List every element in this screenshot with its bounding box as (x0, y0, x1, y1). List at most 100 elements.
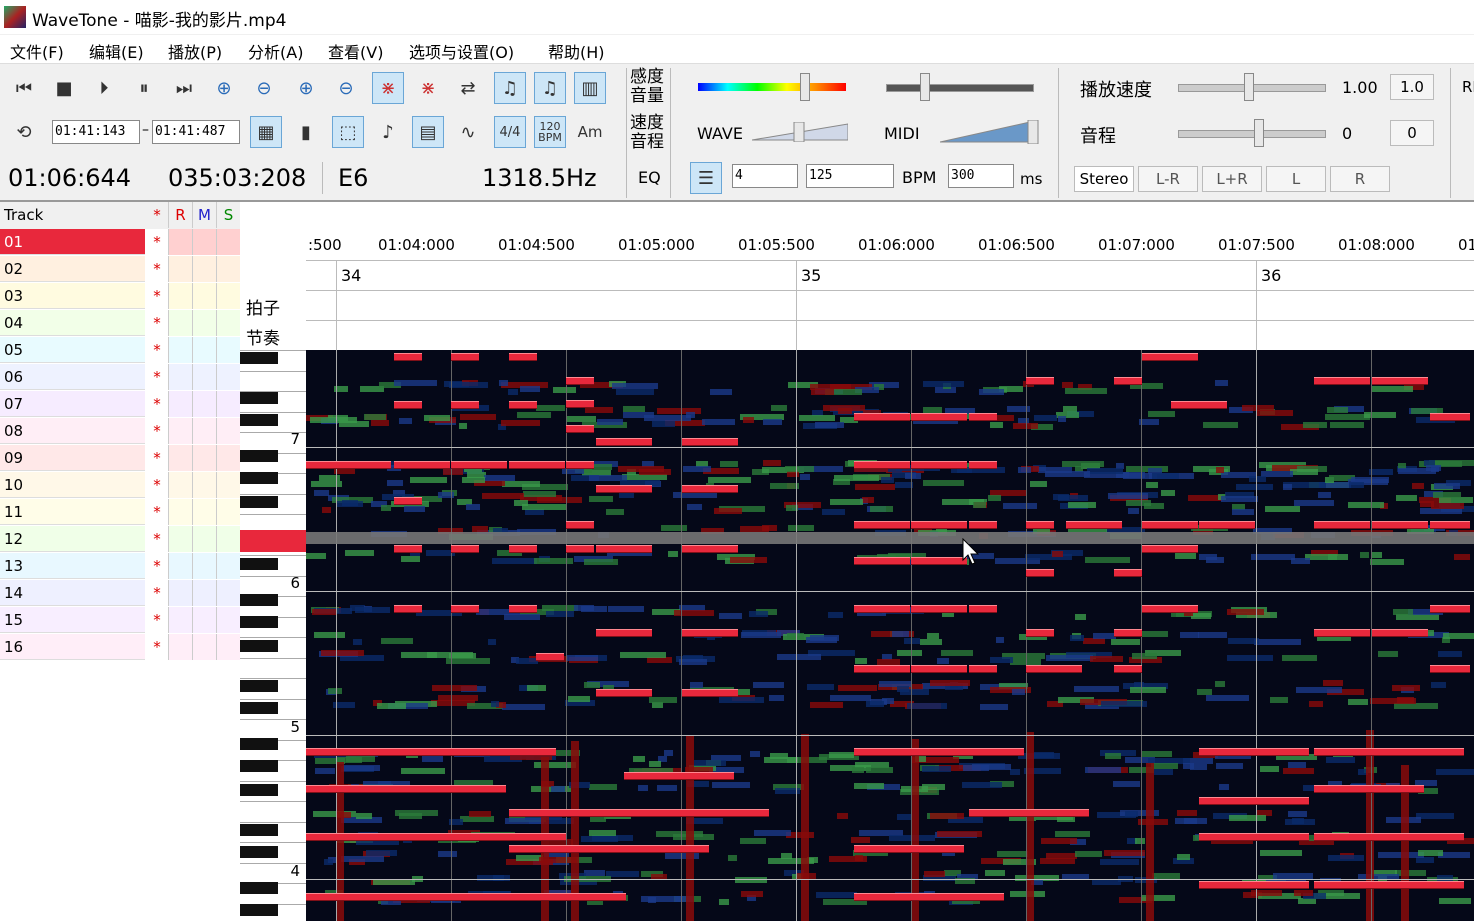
track-record-toggle[interactable] (168, 229, 192, 255)
midi-note[interactable] (682, 545, 738, 553)
step-play-icon[interactable]: ⏵ (88, 72, 120, 104)
eq-label[interactable]: EQ (638, 168, 661, 187)
volume-slider-thumb[interactable] (920, 73, 930, 101)
track-solo-toggle[interactable] (216, 229, 240, 255)
midi-note[interactable] (854, 605, 910, 613)
track-solo-toggle[interactable] (216, 391, 240, 417)
midi-note[interactable] (509, 461, 565, 469)
track-record-toggle[interactable] (168, 553, 192, 579)
track-record-toggle[interactable] (168, 364, 192, 390)
midi-note[interactable] (911, 521, 967, 529)
midi-note[interactable] (394, 353, 422, 361)
track-solo-toggle[interactable] (216, 607, 240, 633)
midi-note[interactable] (306, 748, 556, 756)
midi-note[interactable] (306, 461, 391, 469)
book-icon[interactable]: ▥ (574, 72, 606, 104)
midi-note[interactable] (1114, 629, 1142, 637)
layout-icon[interactable]: ▦ (250, 116, 282, 148)
track-name[interactable]: 12 (0, 526, 145, 552)
l-minus-r-button[interactable]: L-R (1138, 166, 1198, 192)
midi-note[interactable] (306, 893, 626, 901)
track-name[interactable]: 04 (0, 310, 145, 336)
track-mute-toggle[interactable] (192, 283, 216, 309)
grid-snap-alt-icon[interactable]: ⋇ (412, 72, 444, 104)
midi-note[interactable] (394, 605, 422, 613)
track-name[interactable]: 14 (0, 580, 145, 606)
zoom-out-vertical-icon[interactable]: ⊖ (330, 72, 362, 104)
spectrogram-piano-roll[interactable] (306, 350, 1474, 921)
midi-note[interactable] (1026, 377, 1054, 385)
track-mute-toggle[interactable] (192, 607, 216, 633)
midi-note[interactable] (1314, 833, 1464, 841)
track-mute-toggle[interactable] (192, 229, 216, 255)
menu-edit[interactable]: 编辑(E) (89, 39, 144, 63)
midi-note[interactable] (911, 605, 967, 613)
midi-note[interactable] (854, 557, 910, 565)
zoom-in-horizontal-icon[interactable]: ⊕ (208, 72, 240, 104)
midi-note[interactable] (969, 461, 997, 469)
midi-note[interactable] (566, 377, 594, 385)
midi-note[interactable] (596, 485, 652, 493)
select-rect-icon[interactable]: ⬚ (332, 116, 364, 148)
midi-note[interactable] (1372, 377, 1428, 385)
menu-options[interactable]: 选项与设置(O) (409, 39, 514, 63)
midi-note[interactable] (1142, 605, 1198, 613)
midi-note[interactable] (854, 413, 910, 421)
pause-icon[interactable]: ⏸ (128, 72, 160, 104)
table-icon[interactable]: ▤ (412, 116, 444, 148)
midi-note[interactable] (854, 521, 910, 529)
grid-lines-icon[interactable]: ☰ (690, 162, 722, 194)
track-star[interactable]: * (148, 283, 166, 309)
track-mute-toggle[interactable] (192, 445, 216, 471)
left-channel-button[interactable]: L (1266, 166, 1326, 192)
midi-note[interactable] (509, 809, 769, 817)
track-record-toggle[interactable] (168, 310, 192, 336)
midi-note[interactable] (624, 772, 734, 780)
timeline-ruler[interactable]: :500 01:04:000 01:04:500 01:05:000 01:05:500… (306, 202, 1474, 350)
track-row[interactable]: 02 * (0, 256, 240, 283)
track-mute-toggle[interactable] (192, 526, 216, 552)
pitch-slider-track[interactable] (1178, 130, 1326, 138)
midi-note[interactable] (854, 748, 1024, 756)
midi-note[interactable] (1114, 665, 1142, 673)
track-row[interactable]: 14 * (0, 580, 240, 607)
track-record-toggle[interactable] (168, 391, 192, 417)
midi-note[interactable] (1026, 521, 1054, 529)
midi-note[interactable] (682, 689, 738, 697)
track-mute-toggle[interactable] (192, 499, 216, 525)
midi-note[interactable] (1171, 401, 1227, 409)
track-solo-toggle[interactable] (216, 553, 240, 579)
track-star[interactable]: * (148, 499, 166, 525)
speaker-left-icon[interactable]: ♫ (494, 72, 526, 104)
midi-note[interactable] (566, 461, 594, 469)
bpm-button[interactable]: 120 BPM (534, 116, 566, 148)
midi-note[interactable] (566, 545, 594, 553)
curve-icon[interactable]: ∿ (452, 116, 484, 148)
midi-note[interactable] (1430, 665, 1470, 673)
midi-note[interactable] (1199, 748, 1309, 756)
swap-icon[interactable]: ⇄ (452, 72, 484, 104)
track-name[interactable]: 05 (0, 337, 145, 363)
fast-forward-icon[interactable]: ⏭ (168, 72, 200, 104)
track-solo-toggle[interactable] (216, 418, 240, 444)
zoom-out-horizontal-icon[interactable]: ⊖ (248, 72, 280, 104)
track-record-toggle[interactable] (168, 472, 192, 498)
l-plus-r-button[interactable]: L+R (1202, 166, 1262, 192)
track-record-toggle[interactable] (168, 418, 192, 444)
midi-note[interactable] (451, 545, 479, 553)
track-name[interactable]: 09 (0, 445, 145, 471)
range-end-input[interactable]: 01:41:487 (152, 120, 240, 144)
rewind-icon[interactable]: ⏮ (8, 72, 40, 104)
midi-note[interactable] (509, 845, 709, 853)
track-mute-toggle[interactable] (192, 634, 216, 660)
track-name[interactable]: 02 (0, 256, 145, 282)
track-solo-toggle[interactable] (216, 445, 240, 471)
track-mute-toggle[interactable] (192, 391, 216, 417)
menu-help[interactable]: 帮助(H) (548, 39, 605, 63)
track-row[interactable]: 01 * (0, 229, 240, 256)
track-name[interactable]: 07 (0, 391, 145, 417)
midi-note[interactable] (394, 545, 422, 553)
track-row[interactable]: 08 * (0, 418, 240, 445)
sensitivity-slider-thumb[interactable] (800, 73, 810, 101)
midi-note[interactable] (969, 665, 997, 673)
